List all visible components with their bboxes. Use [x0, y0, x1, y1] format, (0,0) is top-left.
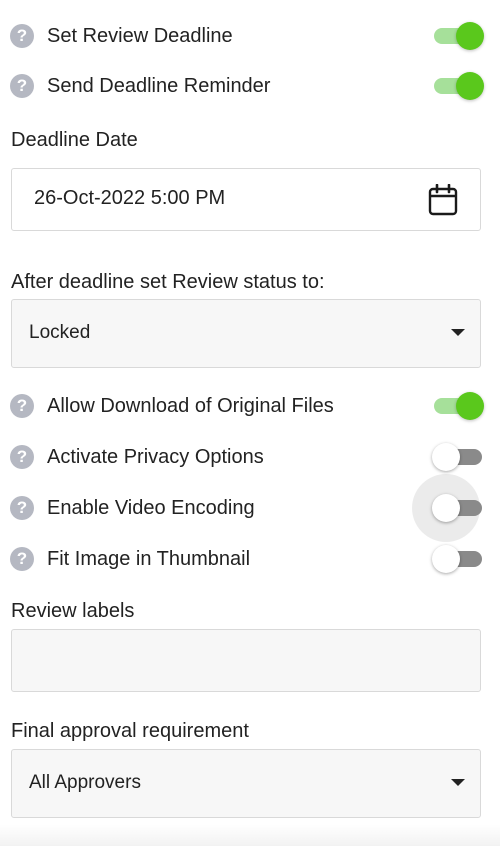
toggle-label: Set Review Deadline	[47, 24, 233, 47]
final-approval-label: Final approval requirement	[11, 720, 249, 742]
switch-thumb	[432, 443, 460, 471]
after-deadline-status-value: Locked	[29, 322, 91, 343]
deadline-date-label: Deadline Date	[11, 129, 138, 151]
toggle-row-fit-image: ? Fit Image in Thumbnail	[10, 539, 482, 579]
switch-thumb	[432, 494, 460, 522]
after-deadline-status-select[interactable]: Locked	[11, 299, 481, 368]
deadline-date-field[interactable]: 26-Oct-2022 5:00 PM	[11, 168, 481, 231]
help-icon[interactable]: ?	[10, 547, 34, 571]
fit-image-switch[interactable]	[432, 544, 482, 574]
review-labels-input[interactable]	[11, 629, 481, 692]
scroll-shadow	[0, 824, 500, 846]
toggle-row-send-deadline-reminder: ? Send Deadline Reminder	[10, 66, 484, 106]
help-icon[interactable]: ?	[10, 74, 34, 98]
help-icon[interactable]: ?	[10, 24, 34, 48]
toggle-row-activate-privacy: ? Activate Privacy Options	[10, 437, 482, 477]
toggle-row-allow-download: ? Allow Download of Original Files	[10, 386, 484, 426]
toggle-label: Enable Video Encoding	[47, 496, 255, 519]
caret-down-icon	[451, 329, 465, 336]
toggle-row-enable-video-encoding: ? Enable Video Encoding	[10, 474, 482, 542]
send-deadline-reminder-switch[interactable]	[434, 71, 484, 101]
calendar-icon[interactable]	[428, 184, 458, 216]
help-icon[interactable]: ?	[10, 445, 34, 469]
switch-thumb	[456, 22, 484, 50]
set-review-deadline-switch[interactable]	[434, 21, 484, 51]
toggle-label: Activate Privacy Options	[47, 445, 264, 468]
help-icon[interactable]: ?	[10, 496, 34, 520]
help-icon[interactable]: ?	[10, 394, 34, 418]
toggle-label: Allow Download of Original Files	[47, 394, 334, 417]
allow-download-switch[interactable]	[434, 391, 484, 421]
switch-thumb	[456, 72, 484, 100]
toggle-label: Fit Image in Thumbnail	[47, 547, 251, 570]
after-deadline-status-label: After deadline set Review status to:	[11, 271, 325, 293]
enable-video-encoding-switch[interactable]	[412, 474, 482, 542]
toggle-label: Send Deadline Reminder	[47, 74, 271, 97]
deadline-date-value: 26-Oct-2022 5:00 PM	[34, 187, 226, 209]
caret-down-icon	[451, 779, 465, 786]
switch-thumb	[456, 392, 484, 420]
final-approval-select[interactable]: All Approvers	[11, 749, 481, 818]
final-approval-value: All Approvers	[29, 772, 141, 793]
toggle-row-set-review-deadline: ? Set Review Deadline	[10, 16, 484, 56]
activate-privacy-switch[interactable]	[432, 442, 482, 472]
switch-thumb	[432, 545, 460, 573]
review-labels-label: Review labels	[11, 600, 135, 622]
